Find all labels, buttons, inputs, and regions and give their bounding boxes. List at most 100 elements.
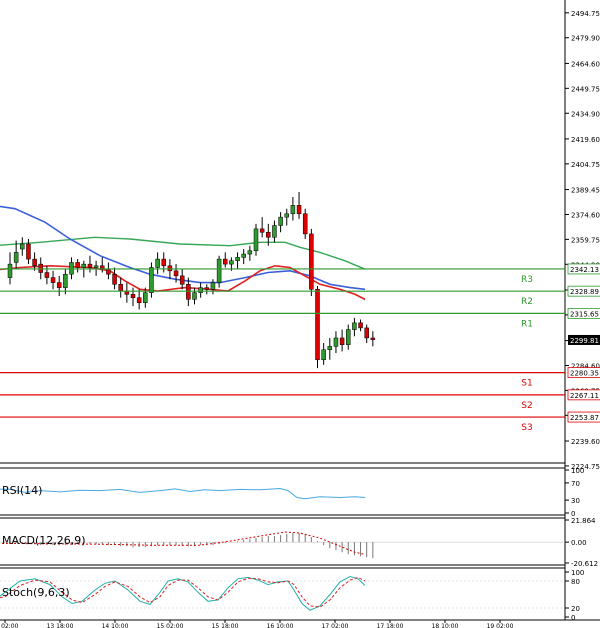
candle-body: [50, 277, 56, 283]
panel-tick-label: 100: [571, 467, 584, 475]
candle-body: [106, 268, 111, 275]
time-tick-label: 19 02:00: [487, 623, 514, 628]
candle-body: [69, 262, 74, 275]
time-tick-label: 15 18:00: [212, 623, 239, 628]
price-tick-label: 2464.60: [571, 60, 600, 68]
panel-2-plot: [0, 575, 565, 611]
candle-body: [278, 216, 283, 226]
panel-tick-label: 20: [571, 605, 580, 613]
time-tick-label: 17 02:00: [322, 623, 349, 628]
candle-body: [327, 346, 333, 350]
candle-body: [346, 329, 351, 345]
candle-body: [32, 258, 37, 267]
candle-body: [161, 258, 166, 267]
candle-body: [136, 297, 142, 303]
candle-body: [26, 243, 31, 260]
candle-body: [302, 213, 308, 235]
level-name-r1: R1: [521, 319, 533, 329]
forex-chart: 2494.75 2479.90 2464.60 2449.75 2434.90 2419.…: [0, 0, 600, 628]
price-tick-label: 2434.90: [571, 110, 600, 118]
time-tick-label: 14 10:00: [102, 623, 129, 628]
candle-body: [13, 252, 19, 263]
price-tick-label: 2239.60: [571, 438, 600, 446]
panel-title: MACD(12,26,9): [2, 534, 86, 547]
pivot-levels: R3 2342.13 R2 2328.89 R1 2315.65 S1 2280.35 S2 22…: [0, 263, 600, 433]
panel-tick-label: 0.00: [571, 539, 587, 547]
candle-body: [259, 228, 265, 233]
candle-body: [112, 273, 117, 285]
level-value-s2: 2267.11: [570, 392, 599, 400]
time-tick-label: 15 02:00: [157, 623, 184, 628]
candle-body: [186, 284, 191, 300]
candle-body: [241, 253, 246, 258]
candle-body: [315, 289, 320, 361]
candle-body: [235, 257, 240, 262]
level-name-r2: R2: [521, 297, 533, 307]
candle-body: [210, 282, 216, 290]
candle-body: [364, 327, 369, 339]
panel-tick-label: 0: [571, 614, 575, 622]
candle-body: [173, 270, 179, 277]
candle-body: [81, 263, 87, 268]
panel-frames: [0, 0, 600, 621]
indicator-panels: RSI(14) 100 70 30 0 MACD(12,26,9) 21.864 0.00 -2…: [0, 467, 598, 622]
level-name-r3: R3: [521, 275, 533, 285]
candle-body: [352, 322, 357, 330]
candle-body: [333, 337, 339, 347]
candle-body: [229, 260, 234, 265]
candle-body: [7, 263, 13, 278]
candle-body: [370, 337, 376, 340]
candle-body: [216, 258, 222, 283]
time-tick-label: 17 18:00: [377, 623, 404, 628]
candle-body: [87, 263, 93, 268]
price-tick-label: 2479.90: [571, 35, 600, 43]
price-tick-label: 2419.60: [571, 136, 600, 144]
candle-body: [38, 263, 43, 273]
panel-tick-label: 30: [571, 497, 580, 505]
level-value-s1: 2280.35: [570, 370, 599, 378]
panel-0-plot: [0, 487, 366, 500]
candle-body: [167, 265, 173, 272]
candle-body: [296, 205, 302, 215]
candle-body: [358, 322, 363, 329]
main-grid-ticks: 2494.75 2479.90 2464.60 2449.75 2434.90 2419.…: [565, 10, 600, 471]
level-value-r1: 2315.65: [570, 310, 599, 318]
candle-body: [44, 272, 50, 278]
candle-body: [272, 225, 277, 238]
candle-body: [93, 265, 99, 268]
panel-tick-label: 21.864: [571, 517, 596, 525]
candle-body: [118, 284, 123, 292]
price-tick-label: 2359.75: [571, 236, 600, 244]
time-tick-label: 18 10:00: [432, 623, 459, 628]
level-value-s3: 2253.87: [570, 414, 599, 422]
time-tick-label: 16 10:00: [267, 623, 294, 628]
candle-body: [130, 294, 136, 298]
candle-body: [253, 228, 259, 251]
price-tick-label: 2494.75: [571, 10, 600, 18]
panel-tick-label: 100: [571, 569, 584, 577]
panel-tick-label: -20.612: [571, 560, 598, 568]
price-tick-label: 2389.45: [571, 187, 600, 195]
candle-body: [266, 231, 271, 238]
candle-body: [143, 292, 148, 303]
panel-title: RSI(14): [2, 484, 42, 497]
candle-body: [198, 287, 203, 293]
level-name-s3: S3: [521, 423, 532, 433]
candle-body: [309, 233, 314, 290]
candle-body: [56, 282, 62, 288]
current-price-tag: 2299.81: [568, 334, 600, 345]
time-tick-label: 13 18:00: [47, 623, 74, 628]
level-value-r2: 2328.89: [570, 288, 599, 296]
candle-body: [284, 213, 289, 218]
level-value-r3: 2342.13: [570, 266, 599, 274]
candle-body: [179, 275, 185, 285]
panel-tick-label: 80: [571, 578, 580, 586]
price-tick-label: 2449.75: [571, 85, 600, 93]
level-name-s2: S2: [521, 401, 532, 411]
candle-body: [75, 262, 80, 268]
price-tick-label: 2374.60: [571, 211, 600, 219]
x-axis: 13 02:00 13 18:00 14 10:00 15 02:00 15 18:00…: [0, 620, 514, 628]
candle-body: [247, 250, 253, 255]
candle-body: [149, 267, 154, 293]
candle-body: [321, 349, 326, 361]
